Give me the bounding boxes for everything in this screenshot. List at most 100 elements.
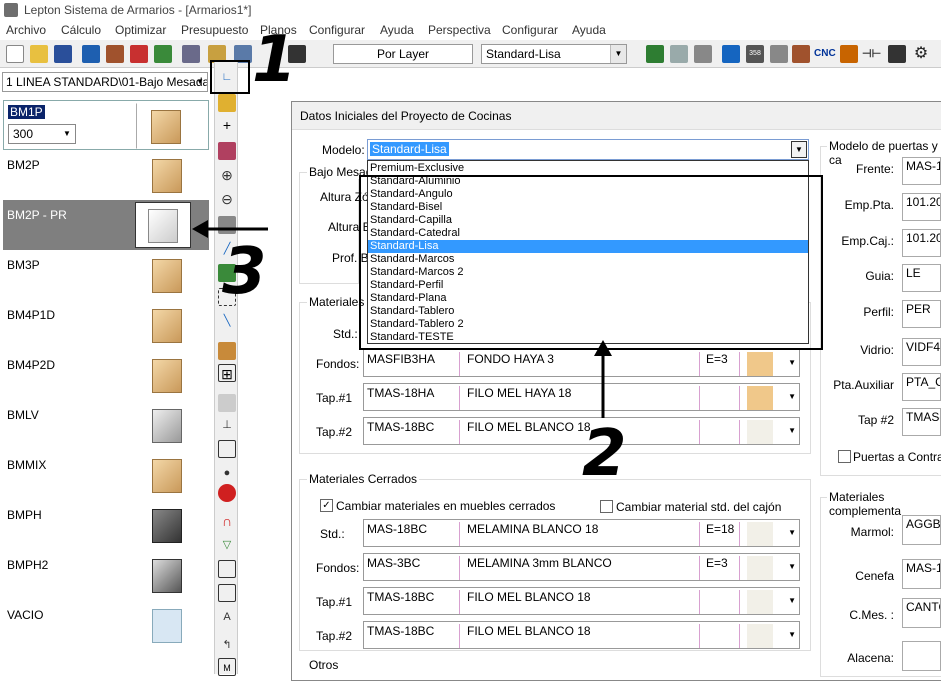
triangle-icon[interactable]: ▽ (218, 536, 236, 554)
zoom-in-icon[interactable]: ⊕ (218, 166, 236, 184)
measure-icon[interactable]: ╲ (218, 312, 236, 330)
puertas-contraveta-label: Puertas a Contrave (853, 450, 941, 464)
puertas-field[interactable]: VIDF4 (902, 338, 941, 366)
catalog-item-bmph[interactable]: BMPH (3, 500, 209, 550)
cambiar-materiales-checkbox[interactable]: ✓ (320, 499, 333, 512)
puertas-row-label: Vidrio: (860, 343, 894, 357)
menu-perspectiva[interactable]: Perspectiva (428, 23, 491, 37)
cambiar-cajon-checkbox[interactable] (600, 500, 613, 513)
magnet-icon[interactable]: ∩ (218, 512, 236, 530)
model-toolbar-combo[interactable]: Standard-Lisa ▼ (481, 44, 627, 64)
complementarios-field[interactable]: CANTO (902, 598, 941, 628)
zoom-out-icon[interactable]: ⊖ (218, 190, 236, 208)
text-icon[interactable]: A (218, 608, 236, 626)
menu-archivo[interactable]: Archivo (6, 23, 46, 37)
width-combo[interactable]: 300 ▼ (8, 124, 76, 144)
export-icon[interactable] (218, 560, 236, 578)
line-combo[interactable]: 1 LINEA STANDARD\01-Bajo Mesada ▼ (2, 72, 208, 92)
paint-icon[interactable] (218, 142, 236, 160)
cnc-icon[interactable]: CNC (814, 45, 836, 63)
row-separator (739, 522, 740, 546)
puertas-field[interactable]: MAS-18 (902, 157, 941, 185)
camera-icon[interactable] (888, 45, 906, 63)
cerrados-material-row[interactable]: TMAS-18BC FILO MEL BLANCO 18 ▼ (363, 587, 800, 615)
catalog-item-bmmix[interactable]: BMMIX (3, 450, 209, 500)
zoom-doc-icon[interactable] (670, 45, 688, 63)
chevron-down-icon[interactable]: ▼ (788, 426, 796, 435)
complementarios-field[interactable]: AGGBA (902, 515, 941, 545)
open-folder-icon[interactable] (30, 45, 48, 63)
ruler-icon[interactable] (218, 94, 236, 112)
catalog-item-bm2p-pr[interactable]: BM2P - PR (3, 200, 209, 250)
puertas-field[interactable]: TMAS-1 (902, 408, 941, 436)
layer-combo[interactable]: Por Layer (333, 44, 473, 64)
menu-configurar-2[interactable]: Configurar (502, 23, 558, 37)
settings-tools-icon[interactable] (694, 45, 712, 63)
puertas-field[interactable]: 101.20. (902, 193, 941, 221)
chevron-down-icon[interactable]: ▼ (788, 392, 796, 401)
cube-358-icon[interactable]: 358 (746, 45, 764, 63)
complementarios-field[interactable] (902, 641, 941, 671)
material-icon[interactable] (154, 45, 172, 63)
menu-ayuda[interactable]: Ayuda (380, 23, 414, 37)
cerrados-material-row[interactable]: TMAS-18BC FILO MEL BLANCO 18 ▼ (363, 621, 800, 649)
cabinet-thumbnail (143, 602, 187, 648)
pencil-icon[interactable] (770, 45, 788, 63)
crosshair-icon[interactable]: + (218, 116, 236, 134)
row-separator (699, 522, 700, 546)
chevron-down-icon[interactable]: ▼ (788, 358, 796, 367)
chevron-down-icon[interactable]: ▼ (788, 562, 796, 571)
modelo-option[interactable]: Premium-Exclusive (368, 162, 808, 175)
catalog-item-bm2p[interactable]: BM2P (3, 150, 209, 200)
bulb-icon[interactable]: ● (218, 464, 236, 482)
menu-optimizar[interactable]: Optimizar (115, 23, 166, 37)
puertas-field[interactable]: PER (902, 300, 941, 328)
frame-tool-icon[interactable] (218, 584, 236, 602)
macro-icon[interactable]: M (218, 658, 236, 676)
abiertos-material-row[interactable]: MASFIB3HA FONDO HAYA 3 E=3 ▼ (363, 349, 800, 377)
split-icon[interactable]: ⊣⊢ (862, 45, 881, 63)
panel-icon[interactable] (218, 342, 236, 360)
cerrados-material-row[interactable]: MAS-18BC MELAMINA BLANCO 18 E=18 ▼ (363, 519, 800, 547)
pen-icon[interactable] (840, 45, 858, 63)
puertas-field[interactable]: 101.20. (902, 229, 941, 257)
tools-icon[interactable] (130, 45, 148, 63)
catalog-item-bmph2[interactable]: BMPH2 (3, 550, 209, 600)
chevron-down-icon[interactable]: ▼ (791, 141, 807, 158)
puertas-field[interactable]: PTA_C (902, 373, 941, 401)
chair-icon[interactable] (218, 484, 236, 502)
frame-icon[interactable] (792, 45, 810, 63)
drawer-icon[interactable] (218, 394, 236, 412)
chevron-down-icon[interactable]: ▼ (788, 528, 796, 537)
undo-icon[interactable]: ↰ (218, 636, 236, 654)
grid-icon[interactable]: ⊞ (218, 364, 236, 382)
refresh-icon[interactable] (722, 45, 740, 63)
puertas-contraveta-checkbox[interactable] (838, 450, 851, 463)
book-icon[interactable] (646, 45, 664, 63)
new-file-icon[interactable] (6, 45, 24, 63)
gear-icon[interactable]: ⚙ (912, 45, 930, 63)
chevron-down-icon[interactable]: ▼ (788, 630, 796, 639)
save-icon[interactable] (54, 45, 72, 63)
cerrados-material-row[interactable]: MAS-3BC MELAMINA 3mm BLANCO E=3 ▼ (363, 553, 800, 581)
cabinet-icon[interactable] (106, 45, 124, 63)
complementarios-field[interactable]: MAS-18 (902, 559, 941, 589)
abiertos-material-row[interactable]: TMAS-18HA FILO MEL HAYA 18 ▼ (363, 383, 800, 411)
print-icon[interactable] (182, 45, 200, 63)
catalog-item-bmlv[interactable]: BMLV (3, 400, 209, 450)
chevron-down-icon[interactable]: ▼ (788, 596, 796, 605)
handle-icon[interactable]: ⊥ (218, 416, 236, 434)
catalog-item-bm4p2d[interactable]: BM4P2D (3, 350, 209, 400)
catalog-item-vacio[interactable]: VACIO (3, 600, 209, 650)
menu-presupuesto[interactable]: Presupuesto (181, 23, 248, 37)
menu-configurar[interactable]: Configurar (309, 23, 365, 37)
menu-calculo[interactable]: Cálculo (61, 23, 101, 37)
menu-ayuda-2[interactable]: Ayuda (572, 23, 606, 37)
catalog-item-bm3p[interactable]: BM3P (3, 250, 209, 300)
modelo-combo[interactable]: Standard-Lisa ▼ (367, 139, 809, 160)
puertas-field[interactable]: LE (902, 264, 941, 292)
catalog-item-bm4p1d[interactable]: BM4P1D (3, 300, 209, 350)
catalog-item-bm1p[interactable]: BM1P 300 ▼ (3, 100, 209, 150)
monitor-icon[interactable] (82, 45, 100, 63)
door-icon[interactable] (218, 440, 236, 458)
